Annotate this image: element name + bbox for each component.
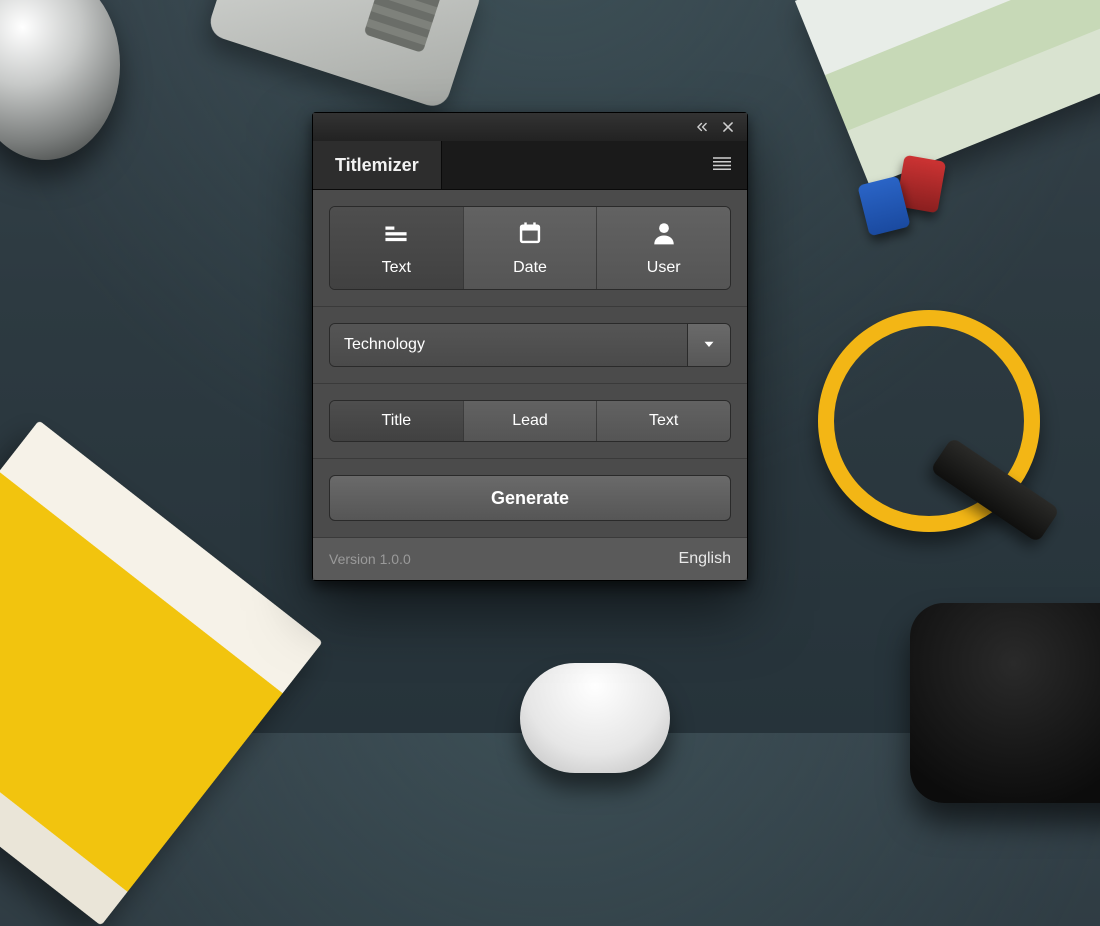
panel-footer: Version 1.0.0 English	[313, 537, 747, 580]
menu-lines-icon	[713, 157, 731, 174]
app-tab[interactable]: Titlemizer	[313, 141, 442, 189]
mode-tab-text[interactable]: Text	[330, 207, 463, 289]
output-section: Title Lead Text	[313, 383, 747, 458]
output-tab-title[interactable]: Title	[330, 401, 463, 441]
chevron-down-icon	[703, 337, 715, 353]
mode-segmented-control: Text Date User	[329, 206, 731, 290]
text-lines-icon	[383, 220, 409, 251]
output-tab-text[interactable]: Text	[596, 401, 730, 441]
mode-tab-user[interactable]: User	[596, 207, 730, 289]
mode-tab-label: Text	[382, 259, 411, 277]
mode-section: Text Date User	[313, 190, 747, 306]
titlemizer-panel: Titlemizer Text	[312, 112, 748, 581]
category-value[interactable]: Technology	[330, 324, 687, 366]
collapse-icon[interactable]	[695, 120, 709, 134]
output-segmented-control: Title Lead Text	[329, 400, 731, 442]
close-icon[interactable]	[721, 120, 735, 134]
generate-button[interactable]: Generate	[329, 475, 731, 521]
category-section: Technology	[313, 306, 747, 383]
mode-tab-date[interactable]: Date	[463, 207, 597, 289]
output-tab-label: Lead	[512, 412, 548, 430]
mode-tab-label: User	[647, 259, 681, 277]
mode-tab-label: Date	[513, 259, 547, 277]
background-mouse	[520, 663, 670, 773]
background-object	[0, 0, 120, 160]
category-dropdown-button[interactable]	[687, 324, 730, 366]
calendar-icon	[517, 220, 543, 251]
output-tab-label: Text	[649, 412, 678, 430]
version-label: Version 1.0.0	[329, 551, 411, 567]
user-icon	[651, 220, 677, 251]
panel-body: Text Date User Technology	[313, 190, 747, 580]
language-selector[interactable]: English	[679, 550, 731, 568]
background-keypad	[206, 0, 484, 110]
background-books	[795, 0, 1100, 186]
output-tab-label: Title	[382, 412, 412, 430]
panel-menu-button[interactable]	[697, 141, 747, 189]
app-title: Titlemizer	[335, 155, 419, 176]
generate-label: Generate	[491, 488, 569, 509]
generate-section: Generate	[313, 458, 747, 537]
background-device	[910, 603, 1100, 803]
output-tab-lead[interactable]: Lead	[463, 401, 597, 441]
category-select[interactable]: Technology	[329, 323, 731, 367]
window-system-bar	[313, 113, 747, 141]
app-tab-bar: Titlemizer	[313, 141, 747, 190]
background-book	[0, 420, 323, 925]
